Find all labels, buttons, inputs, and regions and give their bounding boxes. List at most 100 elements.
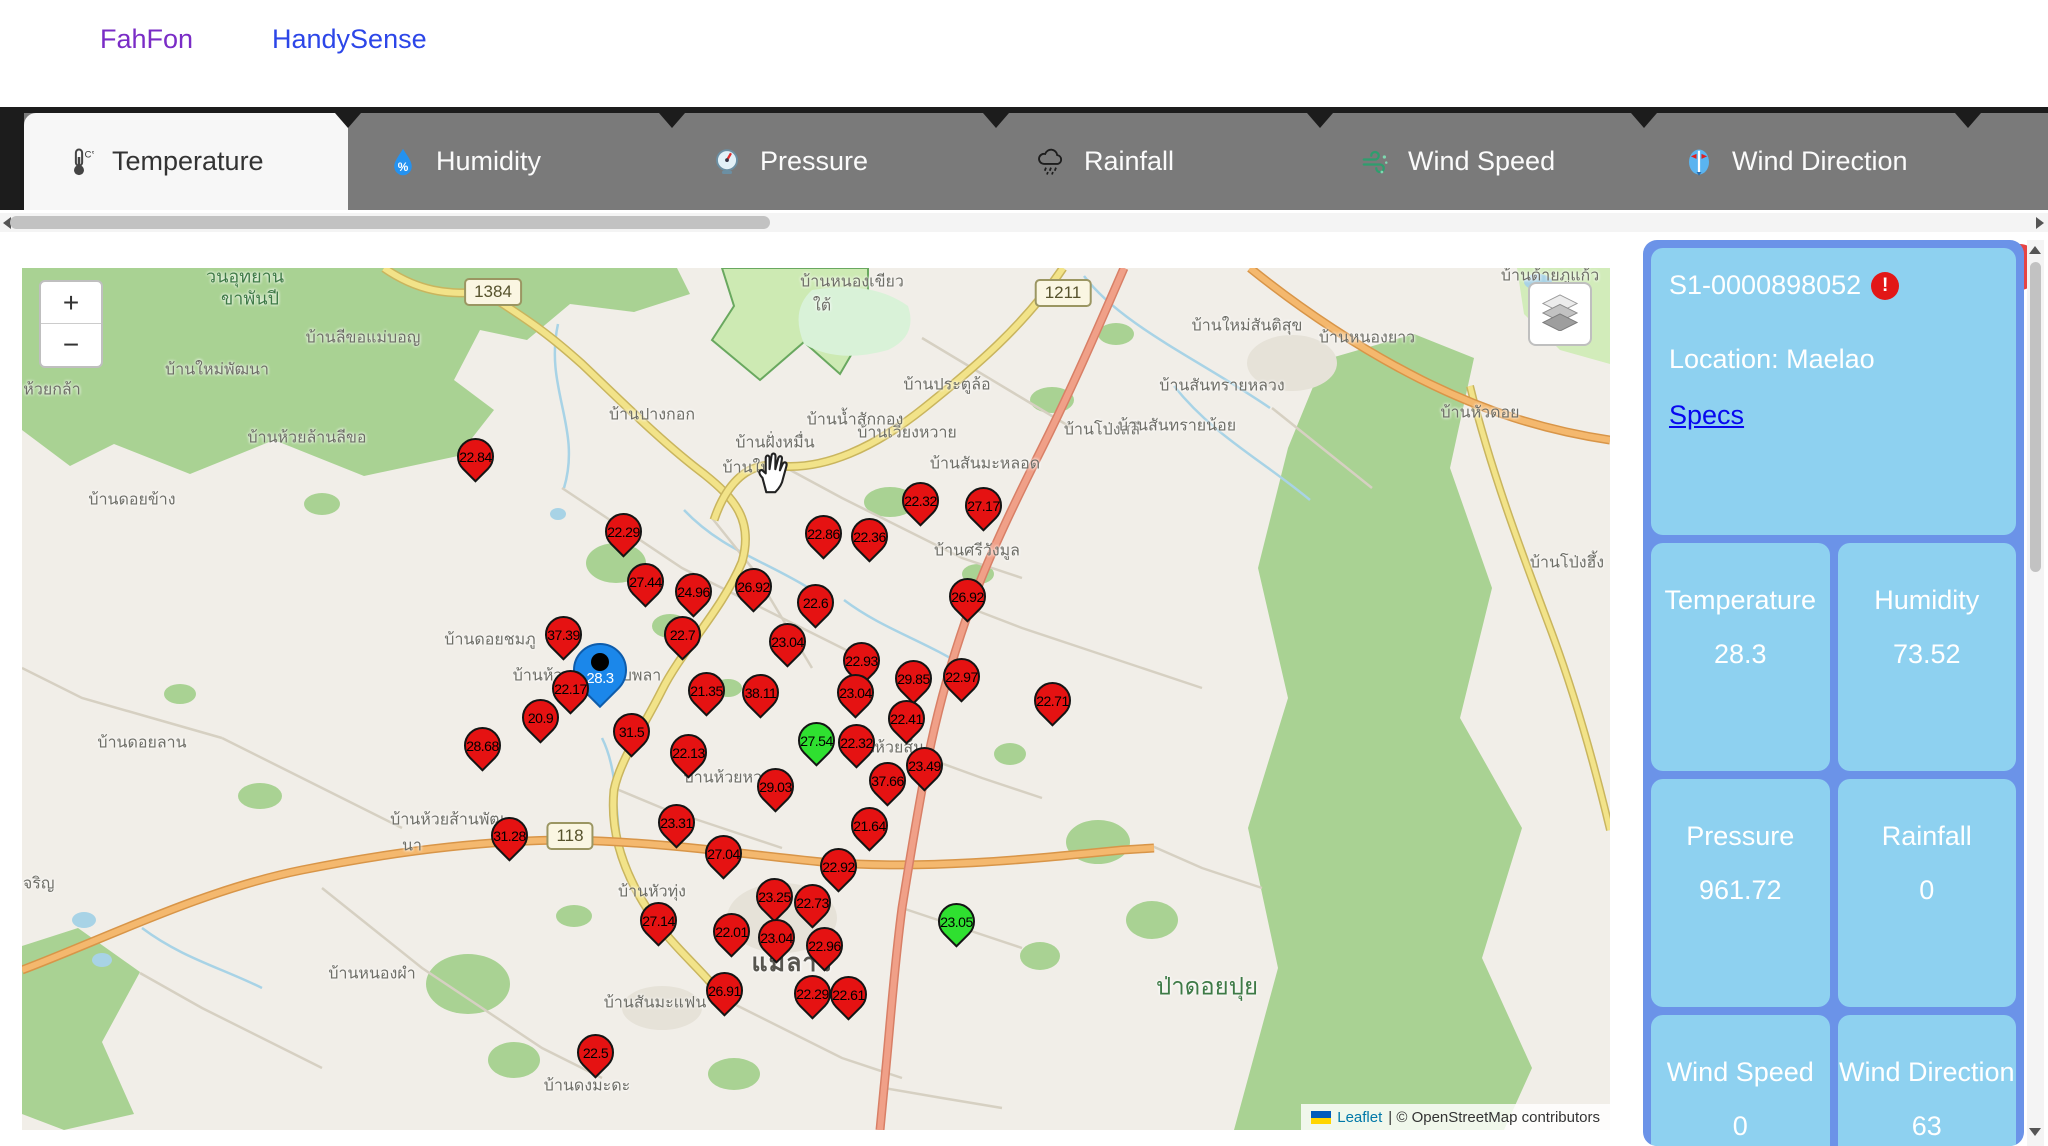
sensor-card-pressure: Pressure 961.72 <box>1651 779 1830 1007</box>
place-label: นา <box>402 834 422 859</box>
marker-value: 31.5 <box>615 715 648 748</box>
leaflet-map[interactable]: วนอุทยานขาพันปีบ้านหนองเขียวใต้บ้านด้ายภ… <box>22 268 1610 1130</box>
marker-value: 24.96 <box>677 575 710 608</box>
marker-value: 27.04 <box>707 837 740 870</box>
leaflet-link[interactable]: Leaflet <box>1337 1109 1382 1126</box>
place-label: บ้านลีขอแม่บอญ <box>306 326 421 351</box>
marker-value: 21.64 <box>853 809 886 842</box>
thermometer-icon: C° <box>62 145 96 179</box>
brand-fahfon-link[interactable]: FahFon <box>100 24 193 55</box>
place-label: บ้านห้วยส้านพัฒ <box>390 808 504 833</box>
marker-value: 22.97 <box>945 660 978 693</box>
humidity-droplet-icon: % <box>386 145 420 179</box>
scroll-right-arrow-icon[interactable] <box>2036 217 2044 229</box>
marker-value: 23.49 <box>908 749 941 782</box>
tab-pressure[interactable]: Pressure <box>672 113 996 210</box>
marker-value: 22.84 <box>459 440 492 473</box>
sensor-card-humidity: Humidity73.52 <box>1838 543 2017 771</box>
place-label: บ้านสันทรายหลวง <box>1159 374 1284 399</box>
svg-text:C°: C° <box>85 149 94 159</box>
marker-value: 37.66 <box>871 764 904 797</box>
sensor-card-value: 0 <box>1651 1111 1830 1142</box>
sensor-card-label: Wind Direction <box>1838 1057 2017 1088</box>
sensor-card-label: Pressure <box>1651 821 1830 852</box>
wind-speed-icon <box>1358 145 1392 179</box>
place-label: บ้านน้ำสักกอง <box>807 408 904 433</box>
marker-value: 22.13 <box>672 736 705 769</box>
sensor-card-label: Temperature <box>1651 585 1830 616</box>
sensor-card-rainfall: Rainfall0 <box>1838 779 2017 1007</box>
road-badge: 1211 <box>1035 279 1092 307</box>
sensor-card-wind-direction: Wind Direction63 <box>1838 1015 2017 1146</box>
tab-humidity[interactable]: % Humidity <box>348 113 672 210</box>
marker-value: 23.25 <box>758 880 791 913</box>
place-label: บ้านดอยข้าง <box>88 488 175 513</box>
tab-wind-direction[interactable]: Wind Direction <box>1644 113 1968 210</box>
horizontal-scrollbar[interactable] <box>0 213 2048 232</box>
marker-value: 22.92 <box>822 850 855 883</box>
tab-separator-notch <box>1631 113 1657 128</box>
zoom-out-button[interactable]: − <box>41 324 101 365</box>
vertical-scrollbar-thumb[interactable] <box>2030 262 2041 572</box>
svg-text:%: % <box>398 159 409 173</box>
place-label: บ้านห้วยล้านลีขอ <box>247 426 366 451</box>
sensor-card-value: 28.3 <box>1651 639 1830 670</box>
zoom-in-button[interactable]: + <box>41 282 101 324</box>
marker-value: 21.35 <box>690 674 723 707</box>
tab-label: Pressure <box>760 146 868 177</box>
place-label: บ้านประตูล้อ <box>903 373 990 398</box>
layers-control-button[interactable] <box>1528 282 1592 346</box>
scroll-down-arrow-icon[interactable] <box>2029 1128 2041 1136</box>
marker-value: 22.5 <box>579 1036 612 1069</box>
marker-value: 23.05 <box>940 905 973 938</box>
map-zoom-control: + − <box>39 280 103 368</box>
marker-value: 22.41 <box>890 702 923 735</box>
tab-bar-container: C° Temperature% Humidity Pressure Rainfall Wi… <box>0 107 2048 210</box>
marker-value: 22.7 <box>666 618 699 651</box>
marker-value: 22.93 <box>845 644 878 677</box>
place-label: บ้านปางกอก <box>609 403 695 428</box>
tab-label: Rainfall <box>1084 146 1174 177</box>
brand-handysense-link[interactable]: HandySense <box>272 24 427 55</box>
tab-label: Humidity <box>436 146 541 177</box>
marker-value: 22.86 <box>807 517 840 550</box>
sensor-card-value: 961.72 <box>1651 875 1830 906</box>
alert-badge-icon: ! <box>1871 272 1899 300</box>
sensor-card-value: 0 <box>1838 875 2017 906</box>
place-label: บ้านดอยชมภู <box>444 628 535 653</box>
vertical-scrollbar[interactable] <box>2027 240 2044 1146</box>
specs-link[interactable]: Specs <box>1669 400 1744 431</box>
marker-value: 26.92 <box>737 570 770 603</box>
place-label: บ้านสันมะหลอด <box>930 452 1040 477</box>
sensor-card-wind-speed: Wind Speed 0 <box>1651 1015 1830 1146</box>
place-label: บ้านหนองเขียว <box>800 270 904 295</box>
sensor-card-value: 73.52 <box>1838 639 2017 670</box>
tab-temperature[interactable]: C° Temperature <box>24 113 348 210</box>
sensor-card-label: Wind Speed <box>1651 1057 1830 1088</box>
marker-value: 22.29 <box>796 977 829 1010</box>
tab-separator-notch <box>659 113 685 128</box>
horizontal-scrollbar-thumb[interactable] <box>10 216 770 229</box>
marker-value: 23.04 <box>839 676 872 709</box>
place-label: บ้านหนองยาว <box>1319 326 1415 351</box>
tab-wind-speed[interactable]: Wind Speed <box>1320 113 1644 210</box>
tab-label: Wind Speed <box>1408 146 1555 177</box>
marker-value: 31.28 <box>493 819 526 852</box>
tab-rainfall[interactable]: Rainfall <box>996 113 1320 210</box>
marker-value: 38.11 <box>744 676 777 709</box>
tab-label: Wind Direction <box>1732 146 1908 177</box>
marker-value: 22.71 <box>1036 684 1069 717</box>
top-header: FahFon HandySense <box>0 0 2048 107</box>
marker-value: 23.04 <box>771 625 804 658</box>
marker-value: 29.85 <box>897 662 930 695</box>
pressure-gauge-icon <box>710 145 744 179</box>
scroll-up-arrow-icon[interactable] <box>2029 246 2041 254</box>
place-label: บ้านหัวดอย <box>1441 401 1520 426</box>
marker-value: 27.54 <box>800 724 833 757</box>
map-attribution: Leaflet | © OpenStreetMap contributors <box>1301 1104 1610 1130</box>
tab-separator-notch <box>1955 113 1981 128</box>
marker-value: 27.44 <box>629 565 662 598</box>
place-label: ใต้ <box>813 294 831 319</box>
place-label: บ้านศรีวังมูล <box>934 539 1020 564</box>
tab-label: Temperature <box>112 146 264 177</box>
